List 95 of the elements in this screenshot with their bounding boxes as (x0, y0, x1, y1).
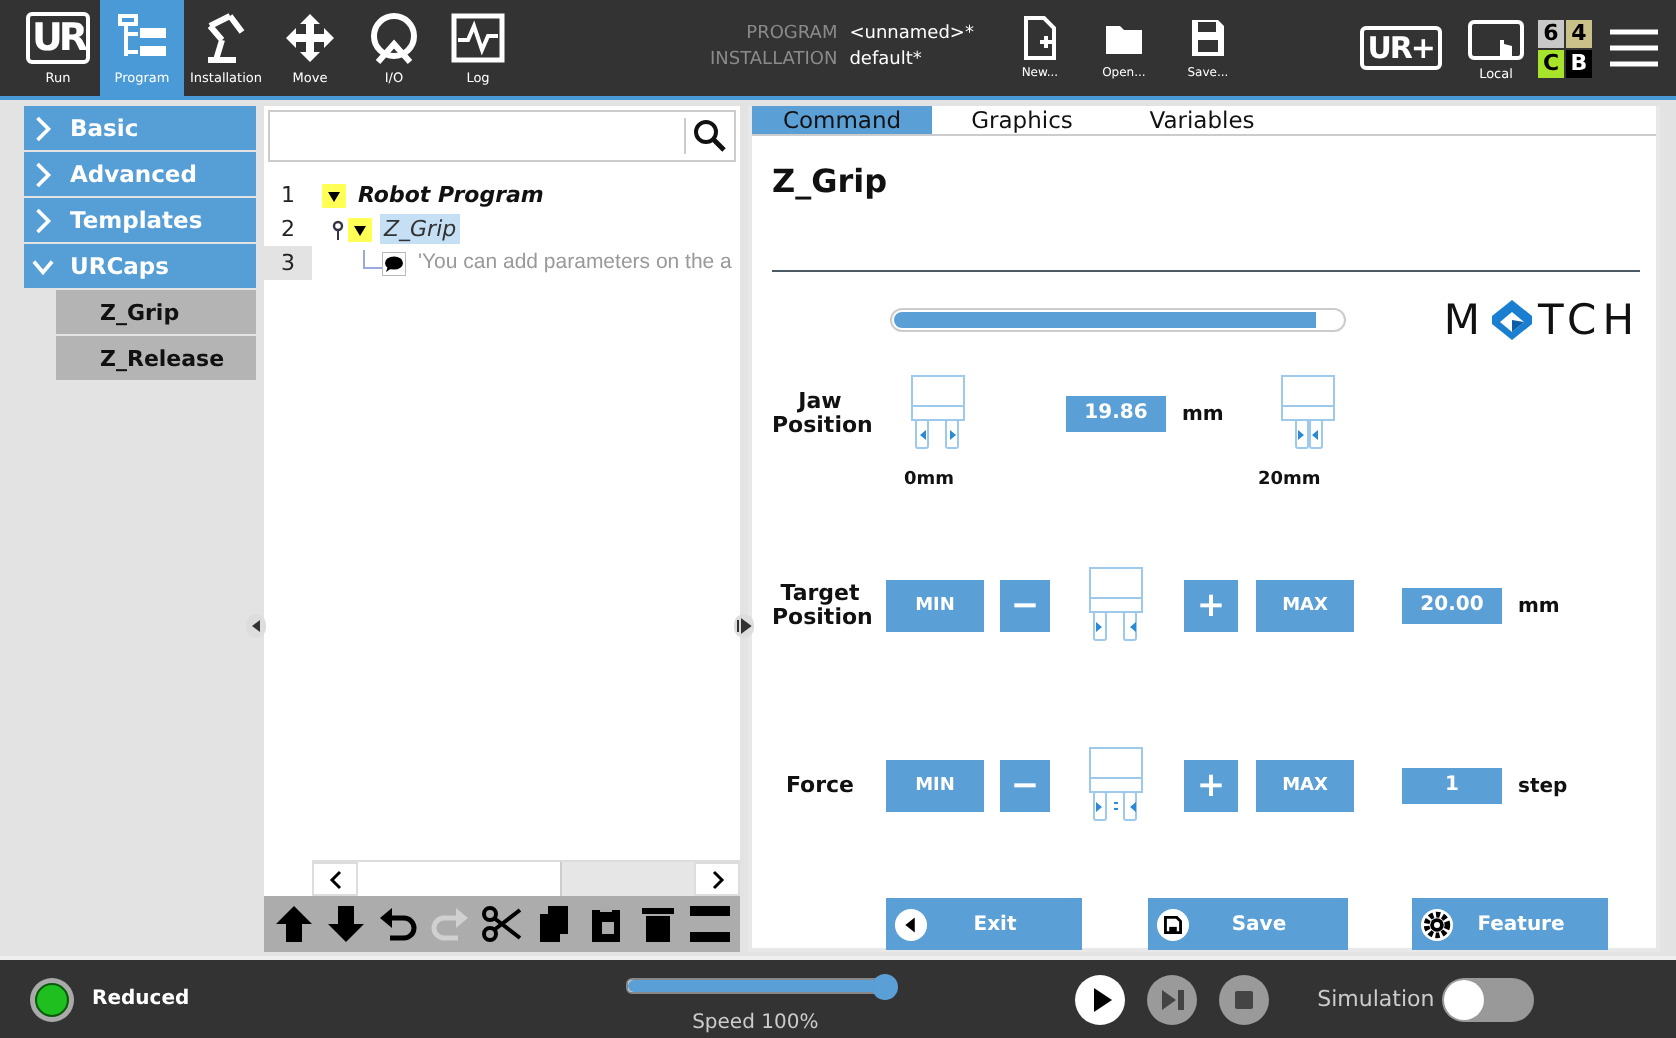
gripper-icon (1279, 374, 1336, 454)
comment-icon (382, 251, 406, 275)
installation-name: default* (849, 48, 924, 74)
copy-icon (534, 904, 574, 944)
undo-icon (378, 904, 418, 944)
line-number: 2 (279, 214, 297, 246)
installation-label: INSTALLATION (710, 48, 838, 74)
sidebar-category[interactable]: URCaps (24, 244, 256, 288)
tab[interactable]: Command (752, 106, 932, 134)
max-label: 20mm (1258, 470, 1321, 490)
collapse-toggle-icon[interactable] (348, 217, 372, 241)
new-file-icon (1019, 16, 1060, 60)
urcaps-store-button[interactable]: UR+ (1359, 26, 1442, 70)
tree-node[interactable]: Z_Grip (380, 214, 461, 244)
sidebar-item[interactable]: Z_Release (56, 336, 256, 380)
status-light-icon (28, 975, 76, 1023)
clipboard-icon (586, 904, 626, 944)
program-label: PROGRAM (744, 22, 838, 48)
logo: UR (25, 11, 91, 63)
simulation-toggle[interactable] (1442, 977, 1535, 1021)
minus-button[interactable]: − (1000, 760, 1050, 812)
safety-mode-label: Reduced (92, 988, 190, 1010)
play-icon (1073, 973, 1126, 1025)
checksum-character: 6 (1538, 19, 1564, 47)
max-button[interactable]: MAX (1256, 760, 1354, 812)
collapse-handle-icon[interactable] (246, 614, 266, 638)
gripper-icon (910, 374, 966, 454)
floppy-disk-icon (1156, 907, 1190, 941)
gripper-icon (1088, 746, 1144, 826)
step-icon (1145, 973, 1198, 1025)
program-name: <unnamed>* (849, 22, 974, 48)
cut-tool-button[interactable] (482, 904, 522, 944)
control-label: Force (783, 774, 857, 798)
stop-icon (1217, 973, 1270, 1025)
delete-tool-button[interactable] (638, 904, 678, 944)
search-field[interactable] (268, 110, 736, 162)
scissors-icon (482, 904, 522, 944)
paste-tool-button[interactable] (586, 904, 626, 944)
collapse-toggle-icon[interactable] (322, 183, 346, 207)
jaw-position-label: Jaw Position (772, 390, 868, 438)
action-button[interactable]: Save (1148, 898, 1348, 950)
trash-icon (638, 904, 678, 944)
line-number: 3 (264, 246, 312, 280)
unit-label: step (1518, 775, 1568, 797)
minus-button[interactable]: − (1000, 580, 1050, 632)
tree-node[interactable]: Robot Program (354, 180, 548, 210)
menu-icon (1608, 26, 1660, 70)
copy-tool-button[interactable] (534, 904, 574, 944)
arrow-up-icon (274, 904, 314, 944)
min-label: 0mm (904, 470, 955, 490)
scroll-left-icon[interactable] (312, 862, 358, 896)
plus-button[interactable]: + (1184, 760, 1238, 812)
min-button[interactable]: MIN (886, 580, 984, 632)
arrow-down-icon (326, 904, 366, 944)
brand-logo: M TCH (1443, 296, 1640, 344)
min-button[interactable]: MIN (886, 760, 984, 812)
slider-thumb[interactable] (871, 973, 898, 999)
undo-tool-button[interactable] (378, 904, 418, 944)
tablet-hand-icon (1466, 15, 1526, 63)
log-chart-icon (450, 11, 506, 63)
move-arrows-icon (282, 11, 338, 63)
max-button[interactable]: MAX (1256, 580, 1354, 632)
gear-icon (1420, 907, 1454, 941)
line-number: 1 (279, 180, 297, 212)
checksum-character: B (1566, 49, 1592, 77)
down-tool-button[interactable] (326, 904, 366, 944)
up-tool-button[interactable] (274, 904, 314, 944)
tree-node[interactable]: 'You can add parameters on the a (414, 248, 736, 278)
simulation-label: Simulation (1317, 986, 1435, 1012)
pin-icon[interactable] (332, 219, 344, 239)
play-button[interactable] (1073, 973, 1126, 1025)
checksum-character: C (1538, 49, 1564, 77)
sidebar-category[interactable]: Advanced (24, 152, 256, 196)
value-field[interactable]: 1 (1402, 768, 1502, 804)
speed-label: Speed 100% (692, 1012, 819, 1034)
scroll-right-icon[interactable] (694, 862, 740, 896)
menu-button[interactable] (1608, 26, 1660, 70)
node-title: Z_Grip (772, 162, 890, 202)
sidebar-category[interactable]: Templates (24, 198, 256, 242)
control-label: Target Position (772, 582, 868, 630)
horizontal-scrollbar[interactable] (312, 860, 740, 896)
gripper-icon (1088, 566, 1144, 646)
io-icon (366, 11, 422, 63)
scrollbar-thumb[interactable] (358, 862, 562, 896)
action-button[interactable]: Exit (886, 898, 1082, 950)
sidebar-category[interactable]: Basic (24, 106, 256, 150)
action-button[interactable]: Feature (1412, 898, 1608, 950)
sidebar-item[interactable]: Z_Grip (56, 290, 256, 334)
checksum-character: 4 (1566, 19, 1592, 47)
plus-button[interactable]: + (1184, 580, 1238, 632)
unit-label: mm (1518, 595, 1560, 617)
jaw-position-value: 19.86 (1066, 396, 1166, 432)
value-field[interactable]: 20.00 (1402, 588, 1502, 624)
redo-icon (430, 904, 470, 944)
unit-label: mm (1182, 403, 1224, 425)
